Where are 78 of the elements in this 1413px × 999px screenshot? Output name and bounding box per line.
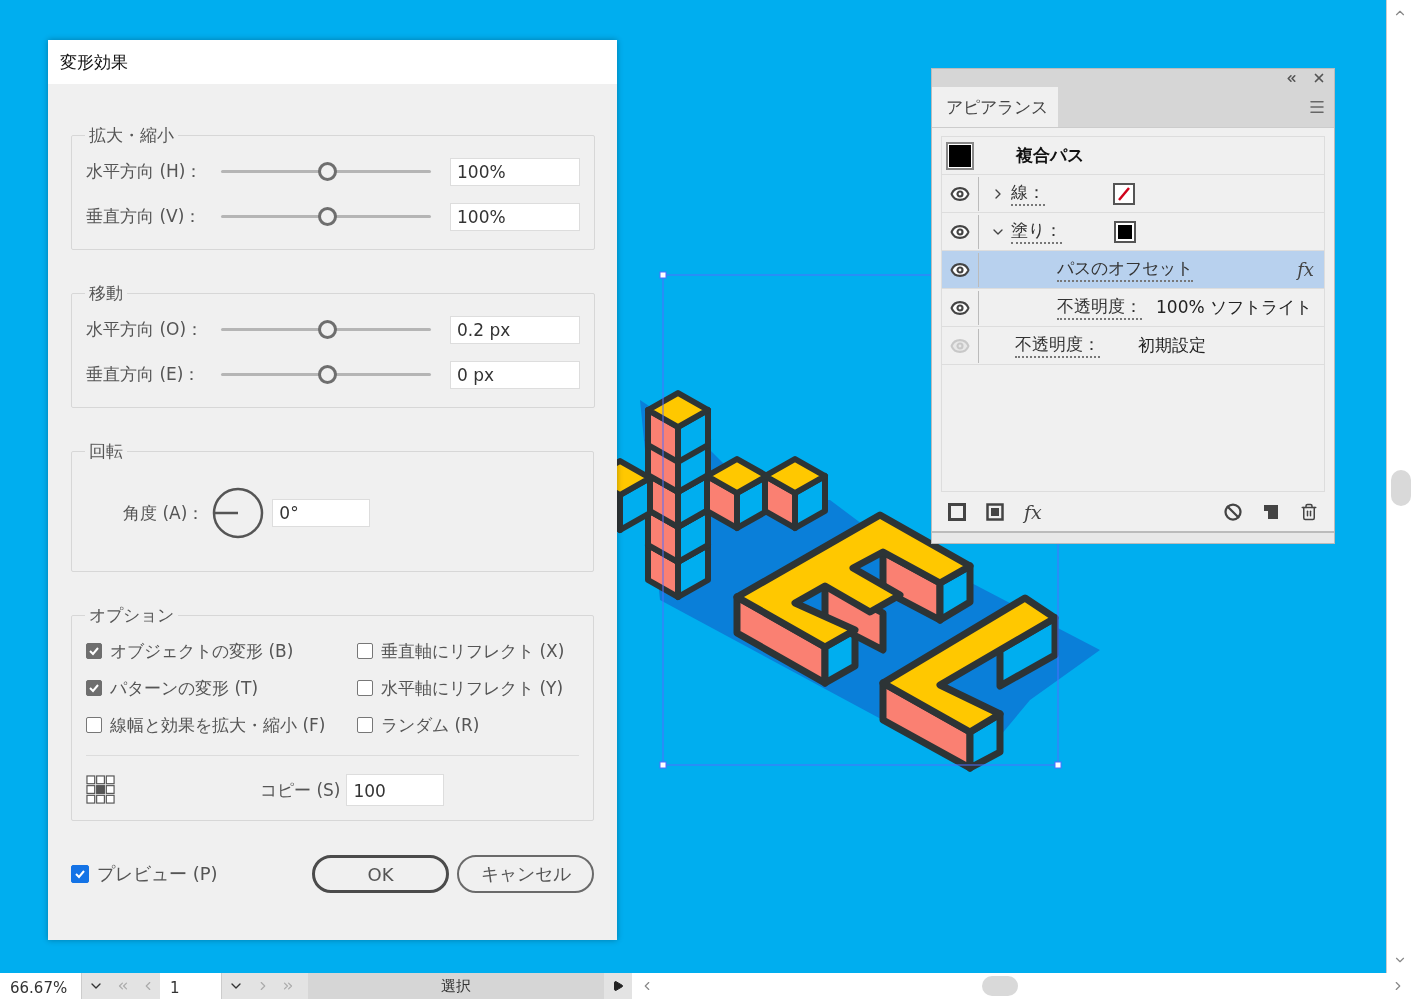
appearance-row[interactable]: 不透明度： 100% ソフトライト [942,289,1324,328]
option-checkbox[interactable]: ランダム (R) [357,711,579,739]
slider-label: 水平方向 (O)： [86,318,205,341]
option-checkbox[interactable]: 水平軸にリフレクト (Y) [357,674,579,702]
slider-thumb[interactable] [318,162,337,181]
duplicate-icon[interactable] [1262,502,1280,521]
copies-field[interactable]: 100 [346,774,445,806]
angle-field[interactable]: 0° [272,499,371,527]
current-tool[interactable]: 選択 [308,973,604,999]
effect-badge[interactable]: fx [1297,259,1314,281]
object-swatch [946,141,974,170]
checkmark-icon [88,682,100,694]
slider-thumb[interactable] [318,365,337,384]
checkbox[interactable] [357,717,373,733]
checkbox[interactable] [357,680,373,696]
angle-dial[interactable] [212,487,265,539]
preview-checkbox[interactable] [71,865,89,883]
checkbox[interactable] [357,643,373,659]
option-checkbox[interactable]: オブジェクトの変形 (B) [86,637,357,665]
opacity-value: 初期設定 [1138,334,1206,358]
checkmark-icon [88,645,100,657]
slider-thumb[interactable] [318,207,337,226]
group-title: 移動 [88,282,124,305]
group-title: 拡大・縮小 [88,124,175,147]
scroll-thumb[interactable] [1391,470,1411,506]
attribute-link[interactable]: 不透明度： [1057,295,1142,321]
resize-grip[interactable] [932,531,1334,543]
stroke-swatch[interactable] [1113,182,1135,205]
dialog-title: 変形効果 [48,40,617,84]
object-type: 複合パス [1016,144,1084,168]
value-field[interactable]: 0 px [450,360,580,389]
checkbox[interactable] [86,643,102,659]
option-checkbox[interactable]: 垂直軸にリフレクト (X) [357,637,579,665]
option-checkbox[interactable]: パターンの変形 (T) [86,674,357,702]
attribute-link[interactable]: 線： [1011,181,1045,207]
checkbox-label: パターンの変形 (T) [110,676,259,700]
copies-label: コピー (S) [260,778,341,802]
checkbox-label: ランダム (R) [381,713,480,737]
add-fill-icon[interactable] [986,502,1004,521]
checkbox-label: オブジェクトの変形 (B) [110,639,294,663]
appearance-row[interactable]: 線： [942,175,1324,214]
value-field[interactable]: 100% [450,202,580,231]
play-icon[interactable] [612,980,624,992]
slider-label: 水平方向 (H)： [86,160,204,183]
ok-button[interactable]: OK [312,855,449,893]
group-title: オプション [88,604,175,627]
checkbox-label: 水平軸にリフレクト (Y) [381,676,564,700]
add-stroke-icon[interactable] [948,502,966,521]
scroll-thumb[interactable] [982,976,1018,996]
panel-tab[interactable]: アピアランス [932,87,1058,128]
opacity-value: 100% ソフトライト [1156,296,1312,320]
angle-label: 角度 (A)： [123,501,205,525]
preview-label: プレビュー (P) [97,862,218,886]
checkbox[interactable] [86,680,102,696]
slider-thumb[interactable] [318,320,337,339]
slider-label: 垂直方向 (V)： [86,205,203,228]
value-field[interactable]: 100% [450,157,580,186]
trash-icon[interactable] [1300,502,1318,521]
add-effect-button[interactable]: fx [1024,500,1042,523]
appearance-row[interactable]: パスのオフセット fx [942,251,1324,290]
horizontal-scrollbar[interactable] [632,973,1413,999]
checkbox-label: 垂直軸にリフレクト (X) [381,639,565,663]
zoom-field[interactable]: 66.67% [0,973,82,999]
value-field[interactable]: 0.2 px [450,315,580,344]
reference-point-icon[interactable] [86,775,116,805]
option-checkbox[interactable]: 線幅と効果を拡大・縮小 (F) [86,711,357,739]
vertical-scrollbar[interactable] [1386,0,1413,973]
slider-label: 垂直方向 (E)： [86,363,202,386]
checkbox[interactable] [86,717,102,733]
attribute-link[interactable]: パスのオフセット [1057,257,1193,283]
fill-swatch[interactable] [1114,220,1136,243]
clear-icon[interactable] [1224,502,1242,521]
checkmark-icon [74,868,86,880]
artboard-field[interactable]: 1 [160,973,222,999]
group-title: 回転 [88,440,124,463]
checkbox-label: 線幅と効果を拡大・縮小 (F) [110,713,326,737]
attribute-link[interactable]: 塗り： [1011,219,1062,245]
cancel-button[interactable]: キャンセル [457,855,594,893]
